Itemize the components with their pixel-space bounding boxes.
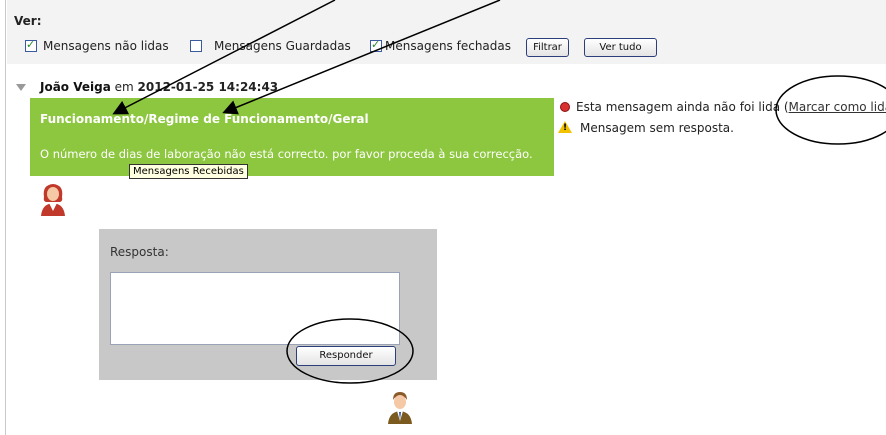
annotation-circle-responder (286, 318, 414, 384)
annotation-circle-mark-read (775, 75, 886, 145)
annotation-arrow-1 (112, 0, 336, 115)
annotation-arrow-2 (222, 0, 501, 115)
annotation-overlay (112, 0, 886, 384)
